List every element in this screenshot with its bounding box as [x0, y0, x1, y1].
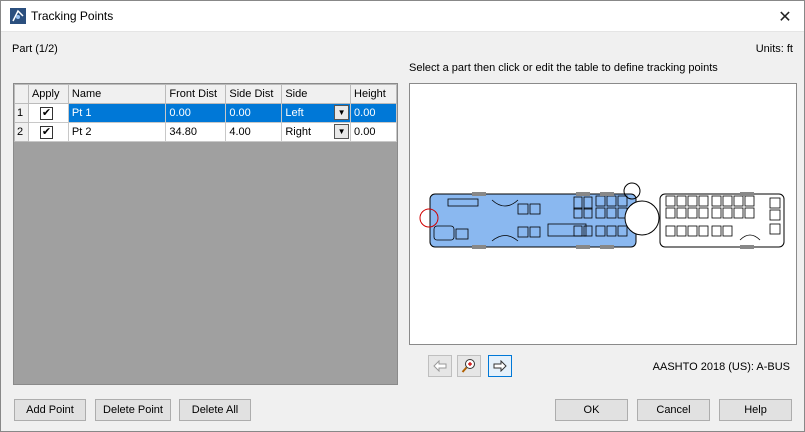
help-button[interactable]: Help: [719, 399, 792, 421]
height-cell[interactable]: 0.00: [350, 122, 397, 142]
zoom-button[interactable]: [457, 355, 481, 377]
column-header-side[interactable]: Side: [281, 84, 352, 104]
dropdown-arrow-icon[interactable]: ▼: [334, 105, 350, 120]
title-bar: Tracking Points ✕: [1, 1, 804, 32]
bus-drawing[interactable]: [410, 84, 796, 344]
front-dist-cell[interactable]: 34.80: [165, 122, 227, 142]
instruction-text: Select a part then click or edit the tab…: [409, 62, 718, 74]
next-part-button[interactable]: [488, 355, 512, 377]
tracking-points-table: Apply Name Front Dist Side Dist Side Hei…: [14, 84, 397, 142]
app-icon: [10, 8, 26, 24]
previous-part-button[interactable]: [428, 355, 452, 377]
tracking-points-dialog: Tracking Points ✕ Part (1/2) Units: ft S…: [0, 0, 805, 432]
add-point-button[interactable]: Add Point: [14, 399, 86, 421]
column-header-side-dist[interactable]: Side Dist: [225, 84, 283, 104]
part-label: Part (1/2): [12, 43, 58, 55]
tracking-points-grid[interactable]: Apply Name Front Dist Side Dist Side Hei…: [13, 83, 398, 385]
column-header-apply[interactable]: Apply: [27, 84, 69, 104]
table-row[interactable]: 2 ✔ Pt 2 34.80 4.00 Right ▼ 0.00: [14, 122, 397, 142]
row-header-corner: [14, 84, 29, 104]
apply-cell[interactable]: ✔: [27, 122, 69, 142]
row-number[interactable]: 1: [14, 103, 29, 123]
side-dist-cell[interactable]: 0.00: [225, 103, 283, 123]
dropdown-arrow-icon[interactable]: ▼: [334, 124, 350, 139]
side-cell[interactable]: Left ▼: [281, 103, 352, 123]
close-icon[interactable]: ✕: [766, 1, 804, 32]
zoom-icon: [461, 359, 475, 373]
units-label: Units: ft: [755, 43, 793, 55]
delete-point-button[interactable]: Delete Point: [95, 399, 171, 421]
cancel-button[interactable]: Cancel: [637, 399, 710, 421]
articulation-joint: [624, 200, 660, 236]
vehicle-preview[interactable]: [409, 83, 797, 345]
apply-checkbox[interactable]: ✔: [39, 125, 53, 139]
front-dist-cell[interactable]: 0.00: [165, 103, 227, 123]
table-row[interactable]: 1 ✔ Pt 1 0.00 0.00 Left ▼ 0.00: [14, 103, 397, 123]
column-header-name[interactable]: Name: [67, 84, 167, 104]
ok-button[interactable]: OK: [555, 399, 628, 421]
bus-rear-part[interactable]: [659, 193, 785, 248]
delete-all-button[interactable]: Delete All: [179, 399, 251, 421]
name-cell[interactable]: Pt 1: [67, 103, 167, 123]
row-number[interactable]: 2: [14, 122, 29, 142]
name-cell[interactable]: Pt 2: [67, 122, 167, 142]
side-value: Left: [285, 107, 304, 119]
arrow-right-icon: [493, 360, 507, 372]
column-header-height[interactable]: Height: [350, 84, 397, 104]
apply-checkbox[interactable]: ✔: [39, 106, 53, 120]
side-cell[interactable]: Right ▼: [281, 122, 352, 142]
table-header-row: Apply Name Front Dist Side Dist Side Hei…: [14, 84, 397, 104]
arrow-left-icon: [433, 360, 447, 372]
apply-cell[interactable]: ✔: [27, 103, 69, 123]
side-dist-cell[interactable]: 4.00: [225, 122, 283, 142]
column-header-front-dist[interactable]: Front Dist: [165, 84, 227, 104]
vehicle-name-label: AASHTO 2018 (US): A-BUS: [652, 361, 790, 373]
height-cell[interactable]: 0.00: [350, 103, 397, 123]
side-value: Right: [285, 126, 312, 138]
window-title: Tracking Points: [31, 9, 114, 23]
